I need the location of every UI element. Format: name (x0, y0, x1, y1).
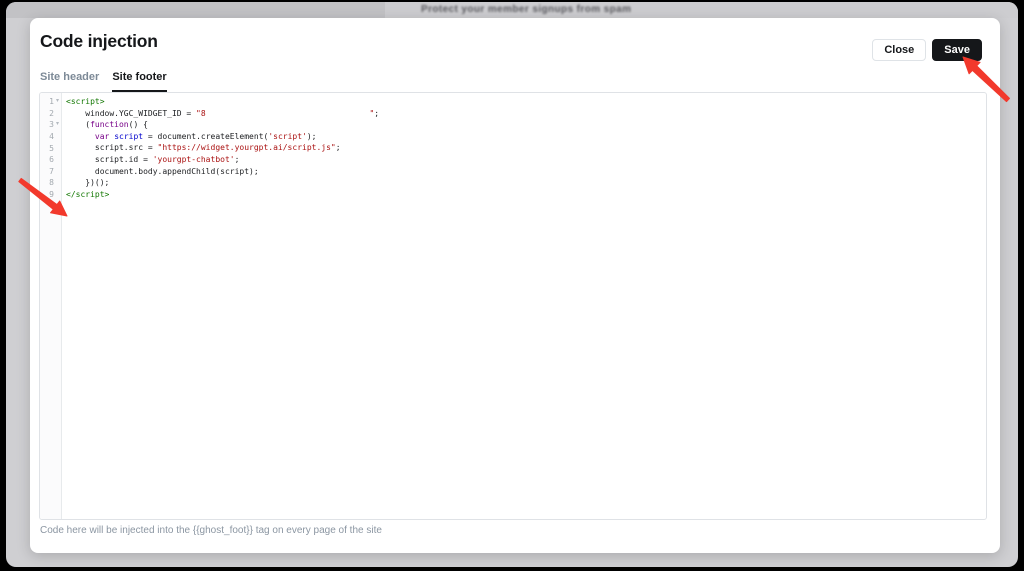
dimmed-setting-text: Protect your member signups from spam (421, 4, 631, 15)
code-text[interactable]: document.body.appendChild(script); (62, 166, 259, 178)
tab-site-footer[interactable]: Site footer (112, 71, 166, 92)
screen: Protect your member signups from spam Co… (0, 0, 1024, 571)
code-line[interactable]: 7 document.body.appendChild(script); (40, 166, 986, 178)
tab-site-header[interactable]: Site header (40, 71, 99, 92)
code-line[interactable]: 8 })(); (40, 177, 986, 189)
line-number: 6 (40, 154, 62, 166)
fold-arrow-icon[interactable]: ▾ (54, 119, 61, 131)
line-number: 4 (40, 131, 62, 143)
code-text[interactable]: })(); (62, 177, 109, 189)
code-line[interactable]: 9</script> (40, 189, 986, 201)
fold-arrow-icon[interactable]: ▾ (54, 96, 61, 108)
line-number: 8 (40, 177, 62, 189)
editor-footer-note: Code here will be injected into the {{gh… (40, 525, 382, 536)
code-text[interactable]: (function() { (62, 119, 148, 131)
line-number: 9 (40, 189, 62, 201)
tabs: Site header Site footer (40, 71, 167, 92)
close-button[interactable]: Close (872, 39, 926, 61)
code-injection-modal: Code injection Close Save Site header Si… (30, 18, 1000, 553)
code-text[interactable]: var script = document.createElement('scr… (62, 131, 317, 143)
code-editor[interactable]: 1▾<script>2 window.YGC_WIDGET_ID = "8 ";… (39, 92, 987, 520)
code-text[interactable]: script.id = 'yourgpt-chatbot'; (62, 154, 239, 166)
dimmed-top-strip: Protect your member signups from spam (6, 2, 1018, 18)
line-number: 1▾ (40, 96, 62, 108)
code-line[interactable]: 3▾ (function() { (40, 119, 986, 131)
line-number: 3▾ (40, 119, 62, 131)
line-number: 7 (40, 166, 62, 178)
code-text[interactable]: window.YGC_WIDGET_ID = "8 "; (62, 108, 379, 120)
code-line[interactable]: 1▾<script> (40, 96, 986, 108)
line-number: 2 (40, 108, 62, 120)
page-title: Code injection (40, 31, 158, 52)
code-line[interactable]: 5 script.src = "https://widget.yourgpt.a… (40, 142, 986, 154)
code-line[interactable]: 6 script.id = 'yourgpt-chatbot'; (40, 154, 986, 166)
code-line[interactable]: 2 window.YGC_WIDGET_ID = "8 "; (40, 108, 986, 120)
line-number: 5 (40, 142, 62, 154)
code-text[interactable]: <script> (62, 96, 105, 108)
header-actions: Close Save (872, 39, 982, 61)
code-lines: 1▾<script>2 window.YGC_WIDGET_ID = "8 ";… (40, 93, 986, 200)
code-text[interactable]: </script> (62, 189, 109, 201)
save-button[interactable]: Save (932, 39, 982, 61)
code-text[interactable]: script.src = "https://widget.yourgpt.ai/… (62, 142, 341, 154)
code-line[interactable]: 4 var script = document.createElement('s… (40, 131, 986, 143)
